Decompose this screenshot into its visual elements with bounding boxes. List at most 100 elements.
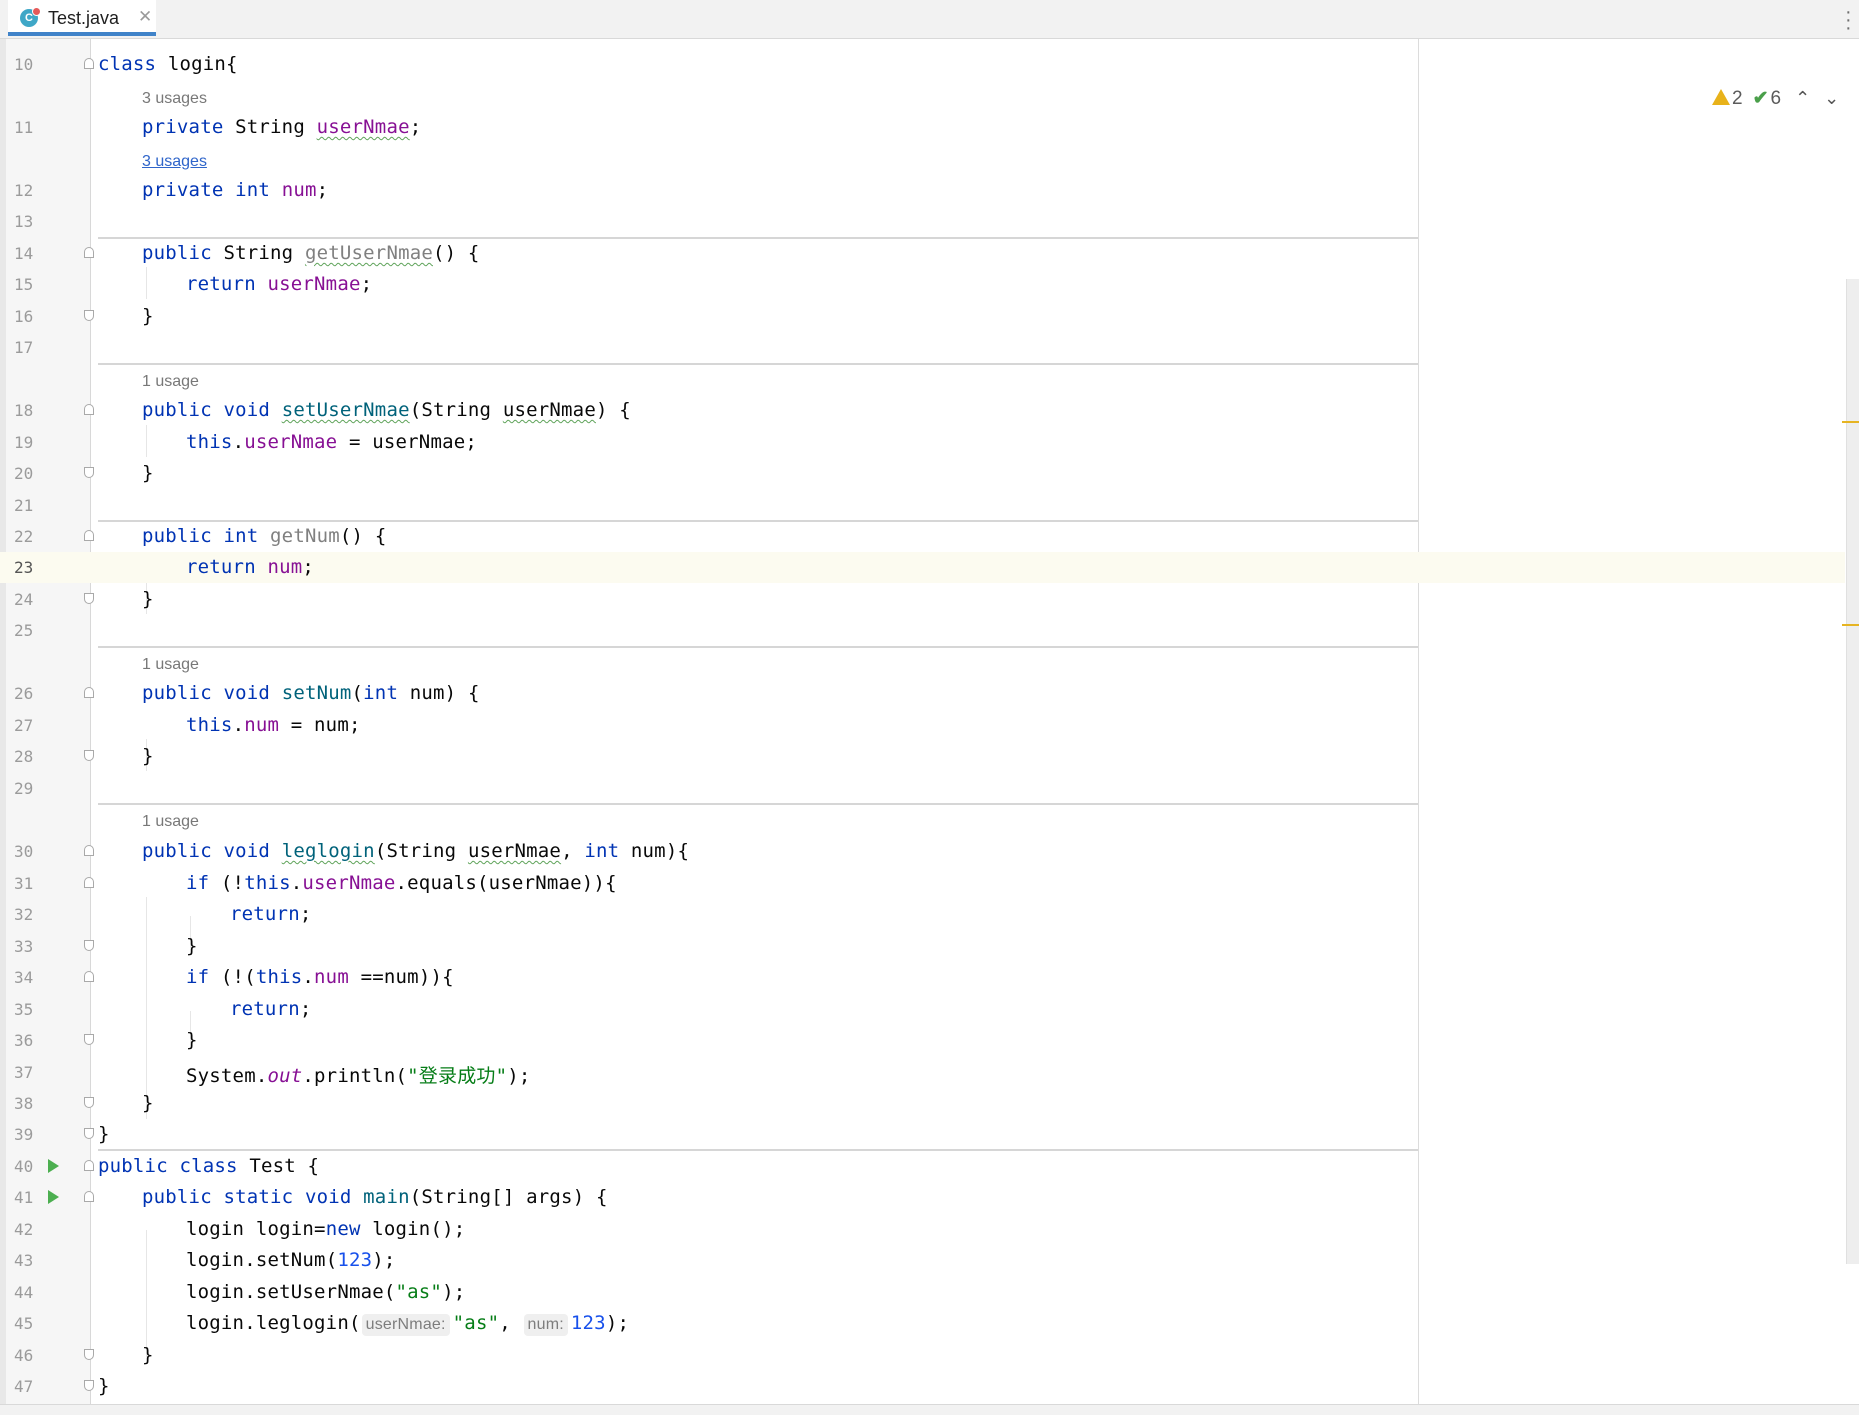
fold-icon[interactable] (84, 404, 94, 415)
code-text: private int num; (142, 179, 329, 201)
code-line[interactable]: 28 } (0, 741, 1845, 772)
fold-icon[interactable] (84, 971, 94, 982)
run-icon[interactable] (48, 1159, 59, 1173)
line-number: 25 (14, 621, 34, 640)
code-editor[interactable]: 2 ✔ 6 ⌃ ⌄ 10 class login{ 3 usages 11 privat… (0, 39, 1859, 1404)
code-line[interactable]: 46 } (0, 1340, 1845, 1371)
fold-icon[interactable] (84, 845, 94, 856)
fold-icon[interactable] (84, 1128, 94, 1139)
code-text: System.out.println("登录成功"); (186, 1065, 531, 1087)
code-line[interactable]: 40 public class Test { (0, 1151, 1845, 1182)
code-line[interactable]: 19 this.userNmae = userNmae; (0, 427, 1845, 458)
code-line[interactable]: 43 login.setNum(123); (0, 1245, 1845, 1276)
line-number: 44 (14, 1283, 34, 1302)
code-text: public void setUserNmae(String userNmae)… (142, 399, 631, 421)
code-line[interactable]: 26 public void setNum(int num) { (0, 678, 1845, 709)
more-options-icon[interactable]: · · · (1845, 2, 1852, 38)
code-line[interactable]: 45 login.leglogin(userNmae: "as", num: 123… (0, 1308, 1845, 1339)
parameter-hint: userNmae: (361, 1314, 450, 1336)
code-text: this.num = num; (186, 714, 361, 736)
fold-icon[interactable] (84, 1097, 94, 1108)
code-line[interactable]: 44 login.setUserNmae("as"); (0, 1277, 1845, 1308)
code-line[interactable]: 30 public void leglogin(String userNmae,… (0, 836, 1845, 867)
code-line[interactable]: 11 private String userNmae; (0, 112, 1845, 143)
code-line[interactable]: 20 } (0, 458, 1845, 489)
fold-icon[interactable] (84, 530, 94, 541)
code-line[interactable]: 15 return userNmae; (0, 269, 1845, 300)
line-number: 21 (14, 496, 34, 515)
fold-icon[interactable] (84, 593, 94, 604)
usages-hint[interactable]: 1 usage (142, 373, 199, 391)
code-line[interactable]: 29 (0, 773, 1845, 804)
code-line[interactable]: 39 } (0, 1119, 1845, 1150)
code-line[interactable]: 33 } (0, 931, 1845, 962)
code-text: public void setNum(int num) { (142, 682, 480, 704)
fold-icon[interactable] (84, 750, 94, 761)
code-text: return; (230, 903, 312, 925)
code-text: } (142, 462, 154, 484)
code-text: public String getUserNmae() { (142, 242, 480, 264)
code-line[interactable]: 17 (0, 332, 1845, 363)
code-text: login.leglogin(userNmae: "as", num: 123); (186, 1312, 630, 1336)
code-line[interactable]: 18 public void setUserNmae(String userNm… (0, 395, 1845, 426)
fold-icon[interactable] (84, 877, 94, 888)
fold-icon[interactable] (84, 1380, 94, 1391)
code-line[interactable]: 21 (0, 490, 1845, 521)
code-text: return userNmae; (186, 273, 373, 295)
code-line[interactable]: 14 public String getUserNmae() { (0, 238, 1845, 269)
code-line[interactable]: 36 } (0, 1025, 1845, 1056)
tab-test-java[interactable]: C Test.java ✕ (8, 0, 156, 36)
line-number: 30 (14, 842, 34, 861)
code-line[interactable]: 42 login login=new login(); (0, 1214, 1845, 1245)
code-line[interactable]: 22 public int getNum() { (0, 521, 1845, 552)
fold-icon[interactable] (84, 1034, 94, 1045)
code-line[interactable]: 12 private int num; (0, 175, 1845, 206)
code-line[interactable]: 38 } (0, 1088, 1845, 1119)
code-text: this.userNmae = userNmae; (186, 431, 478, 453)
line-number: 23 (14, 558, 34, 577)
vertical-scrollbar[interactable] (1846, 279, 1859, 1264)
editor-tab-bar: C Test.java ✕ · · · (0, 0, 1859, 39)
fold-icon[interactable] (84, 1160, 94, 1171)
code-text: login login=new login(); (186, 1218, 466, 1240)
line-number: 42 (14, 1220, 34, 1239)
code-text: login.setUserNmae("as"); (186, 1281, 466, 1303)
fold-icon[interactable] (84, 467, 94, 478)
code-text: public class Test { (98, 1155, 320, 1177)
code-line[interactable]: 41 public static void main(String[] args… (0, 1182, 1845, 1213)
line-number: 31 (14, 874, 34, 893)
code-line[interactable]: 47 } (0, 1371, 1845, 1402)
fold-icon[interactable] (84, 687, 94, 698)
usages-hint-link[interactable]: 3 usages (142, 153, 207, 171)
code-line[interactable]: 13 (0, 206, 1845, 237)
line-number: 40 (14, 1157, 34, 1176)
line-number: 19 (14, 433, 34, 452)
usages-hint[interactable]: 1 usage (142, 813, 199, 831)
code-text: } (142, 745, 154, 767)
fold-icon[interactable] (84, 247, 94, 258)
code-line[interactable]: 25 (0, 615, 1845, 646)
code-line-current[interactable]: 23 return num; (0, 552, 1845, 583)
code-line[interactable]: 16 } (0, 301, 1845, 332)
code-line[interactable]: 32 return; (0, 899, 1845, 930)
code-line[interactable]: 34 if (!(this.num ==num)){ (0, 962, 1845, 993)
fold-icon[interactable] (84, 1191, 94, 1202)
java-class-icon: C (20, 7, 41, 27)
code-line[interactable]: 27 this.num = num; (0, 710, 1845, 741)
code-line[interactable]: 24 } (0, 584, 1845, 615)
line-number: 14 (14, 244, 34, 263)
close-icon[interactable]: ✕ (138, 7, 152, 27)
usages-hint[interactable]: 3 usages (142, 90, 207, 108)
code-line[interactable]: 35 return; (0, 994, 1845, 1025)
line-number: 11 (14, 118, 34, 137)
fold-icon[interactable] (84, 1349, 94, 1360)
run-icon[interactable] (48, 1190, 59, 1204)
code-line[interactable]: 37 System.out.println("登录成功"); (0, 1057, 1845, 1088)
usages-hint[interactable]: 1 usage (142, 656, 199, 674)
code-line[interactable]: 31 if (!this.userNmae.equals(userNmae)){ (0, 868, 1845, 899)
line-number: 47 (14, 1377, 34, 1396)
code-line[interactable]: 10 class login{ (0, 49, 1845, 80)
fold-icon[interactable] (84, 310, 94, 321)
fold-icon[interactable] (84, 58, 94, 69)
fold-icon[interactable] (84, 940, 94, 951)
